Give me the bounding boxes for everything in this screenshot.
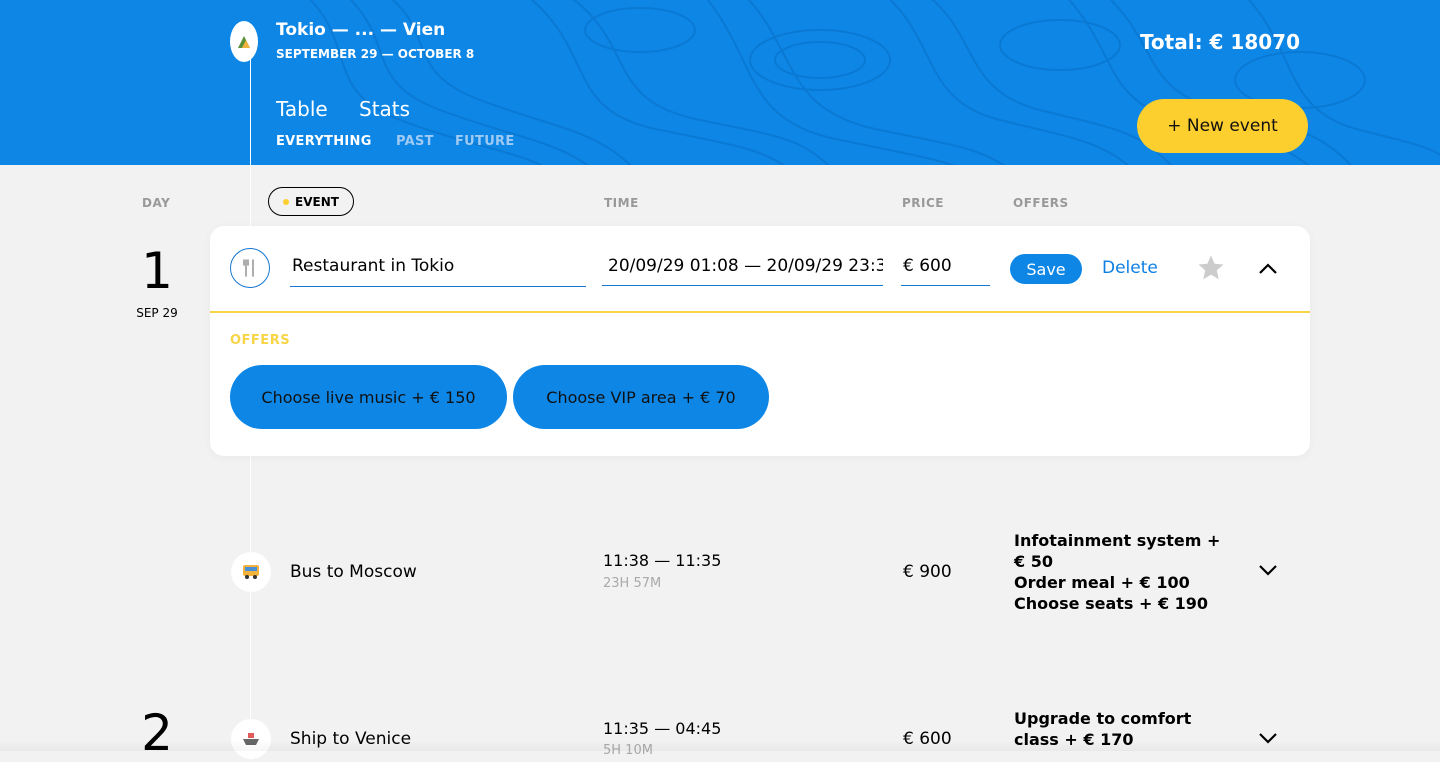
mountain-icon [238, 35, 250, 48]
fork-knife-icon[interactable] [230, 248, 270, 288]
event-time: 11:38 — 11:35 [603, 551, 722, 570]
column-header-offers: OFFERS [1013, 196, 1069, 210]
event-price-field[interactable]: € 600 [901, 256, 990, 286]
tab-table[interactable]: Table [276, 97, 328, 121]
day-number: 1 [141, 242, 173, 300]
offer-item: Order meal + € 100 [1014, 573, 1190, 592]
filter-everything[interactable]: EVERYTHING [276, 134, 372, 149]
offer-item: Choose seats + € 190 [1014, 594, 1209, 613]
trip-total: Total: € 18070 [1139, 30, 1300, 54]
column-header-time: TIME [604, 196, 639, 210]
divider [210, 311, 1310, 313]
column-header-day: DAY [142, 196, 171, 210]
bottom-fade [0, 740, 1440, 751]
filter-past[interactable]: PAST [396, 134, 434, 149]
event-time: 11:35 — 04:45 [603, 719, 722, 738]
offer-item: Infotainment system + € 50 [1014, 531, 1221, 571]
star-icon[interactable] [1196, 253, 1226, 283]
trip-title: Tokio — ... — Vien [276, 20, 446, 40]
offers-label: OFFERS [230, 333, 291, 348]
tab-stats[interactable]: Stats [359, 97, 410, 121]
event-price: € 900 [903, 562, 952, 582]
column-header-event-label: EVENT [295, 194, 339, 209]
ship-icon [231, 719, 271, 759]
app-logo [230, 21, 258, 62]
bus-icon [231, 552, 271, 592]
day-date: SEP 29 [136, 306, 178, 320]
event-name-field[interactable]: Restaurant in Tokio [290, 256, 586, 287]
column-header-event[interactable]: EVENT [268, 187, 354, 216]
event-duration: 23H 57M [603, 576, 662, 591]
column-header-price: PRICE [902, 196, 945, 210]
trip-header: Tokio — ... — Vien SEPTEMBER 29 — OCTOBE… [0, 0, 1440, 165]
chevron-down-icon[interactable] [1257, 563, 1279, 577]
event-offers: Infotainment system + € 50 Order meal + … [1014, 530, 1224, 614]
offer-button[interactable]: Choose live music + € 150 [230, 365, 507, 429]
event-edit-card: Restaurant in Tokio 20/09/29 01:08 — 20/… [210, 226, 1310, 456]
filter-future[interactable]: FUTURE [455, 134, 515, 149]
fork-knife-glyph [243, 259, 254, 277]
offer-button[interactable]: Choose VIP area + € 70 [513, 365, 769, 429]
new-event-button[interactable]: + New event [1137, 99, 1308, 153]
event-name: Bus to Moscow [290, 562, 417, 582]
event-time-field[interactable]: 20/09/29 01:08 — 20/09/29 23:38 [602, 256, 883, 286]
save-button[interactable]: Save [1010, 254, 1082, 284]
chevron-up-icon[interactable] [1257, 261, 1279, 275]
trip-dates: SEPTEMBER 29 — OCTOBER 8 [276, 47, 475, 61]
bus-glyph [243, 565, 259, 579]
dot-icon [283, 198, 290, 205]
delete-button[interactable]: Delete [1102, 258, 1158, 278]
